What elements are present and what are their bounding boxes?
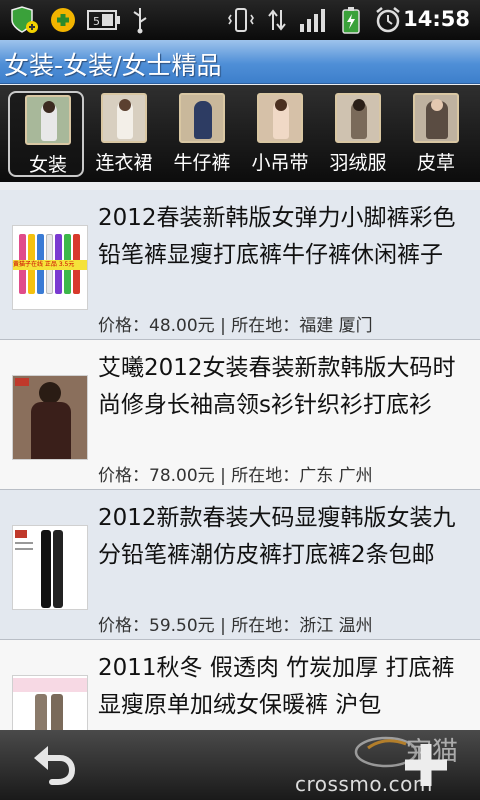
- list-item[interactable]: 黄猫子在线 正品 3.5元 2012春装新韩版女弹力小脚裤彩色铅笔裤显瘦打底裤牛…: [0, 190, 480, 340]
- product-thumbnail: [12, 525, 88, 610]
- category-item-lianyiqun[interactable]: 连衣裙: [86, 91, 162, 177]
- category-item-nvzhuang[interactable]: 女装: [8, 91, 84, 177]
- product-name: 艾曦2012女装春装新款韩版大码时尚修身长袖高领s衫针织衫打底衫: [98, 355, 456, 418]
- shield-plus-icon: [11, 6, 38, 33]
- category-thumbnail: [179, 93, 225, 143]
- signal-icon: [300, 9, 325, 32]
- category-thumbnail: [335, 93, 381, 143]
- product-thumbnail: [12, 675, 88, 730]
- back-arrow-icon[interactable]: [28, 742, 78, 788]
- product-name: 2012新款春装大码显瘦韩版女装九分铅笔裤潮仿皮裤打底裤2条包邮: [98, 505, 456, 568]
- category-item-xiaodiaodai[interactable]: 小吊带: [242, 91, 318, 177]
- category-thumbnail: [101, 93, 147, 143]
- category-item-picao[interactable]: 皮草: [398, 91, 474, 177]
- product-name: 2012春装新韩版女弹力小脚裤彩色铅笔裤显瘦打底裤牛仔裤休闲裤子: [98, 205, 456, 268]
- product-list: 黄猫子在线 正品 3.5元 2012春装新韩版女弹力小脚裤彩色铅笔裤显瘦打底裤牛…: [0, 190, 480, 730]
- battery-full-icon: 5: [87, 10, 120, 30]
- product-meta: 价格：78.00元 | 所在地：广东 广州: [98, 466, 373, 486]
- bottom-bar: 宇猫 crossmo.com: [0, 730, 480, 800]
- vibrate-icon: [228, 8, 254, 32]
- category-item-yurongfu[interactable]: 羽绒服: [320, 91, 396, 177]
- page-title: 女装-女装/女士精品: [4, 51, 222, 80]
- category-label: 连衣裙: [95, 152, 153, 174]
- category-strip: 女装 连衣裙 牛仔裤 小吊带 羽绒服 皮草: [0, 85, 480, 182]
- plus-icon[interactable]: [402, 740, 450, 790]
- status-bar: 5 14:58: [0, 0, 480, 40]
- usb-icon: [133, 8, 147, 34]
- category-label: 小吊带: [251, 152, 309, 174]
- product-meta: 价格：48.00元 | 所在地：福建 厦门: [98, 316, 373, 336]
- list-item[interactable]: 2011秋冬 假透肉 竹炭加厚 打底裤 显瘦原单加绒女保暖裤 沪包: [0, 640, 480, 730]
- category-label: 女装: [28, 154, 67, 176]
- svg-text:5: 5: [93, 15, 100, 28]
- category-label: 羽绒服: [329, 152, 387, 174]
- green-plus-icon: [51, 8, 75, 32]
- data-transfer-icon: [268, 9, 286, 31]
- product-thumbnail: [12, 375, 88, 460]
- status-time: 14:58: [403, 7, 470, 31]
- title-bar: 女装-女装/女士精品: [0, 40, 480, 84]
- category-label: 牛仔裤: [173, 152, 231, 174]
- alarm-icon: [376, 7, 400, 33]
- category-thumbnail: [413, 93, 459, 143]
- thumbnail-caption: 黄猫子在线 正品 3.5元: [13, 260, 87, 270]
- category-thumbnail: [25, 95, 71, 145]
- category-thumbnail: [257, 93, 303, 143]
- list-item[interactable]: 艾曦2012女装春装新款韩版大码时尚修身长袖高领s衫针织衫打底衫 价格：78.0…: [0, 340, 480, 490]
- product-meta: 价格：59.50元 | 所在地：浙江 温州: [98, 616, 373, 636]
- list-item[interactable]: 2012新款春装大码显瘦韩版女装九分铅笔裤潮仿皮裤打底裤2条包邮 价格：59.5…: [0, 490, 480, 640]
- product-name: 2011秋冬 假透肉 竹炭加厚 打底裤 显瘦原单加绒女保暖裤 沪包: [98, 655, 455, 718]
- product-thumbnail: 黄猫子在线 正品 3.5元: [12, 225, 88, 310]
- category-label: 皮草: [416, 152, 455, 174]
- battery-charging-icon: [342, 7, 360, 34]
- category-item-niuzaiku[interactable]: 牛仔裤: [164, 91, 240, 177]
